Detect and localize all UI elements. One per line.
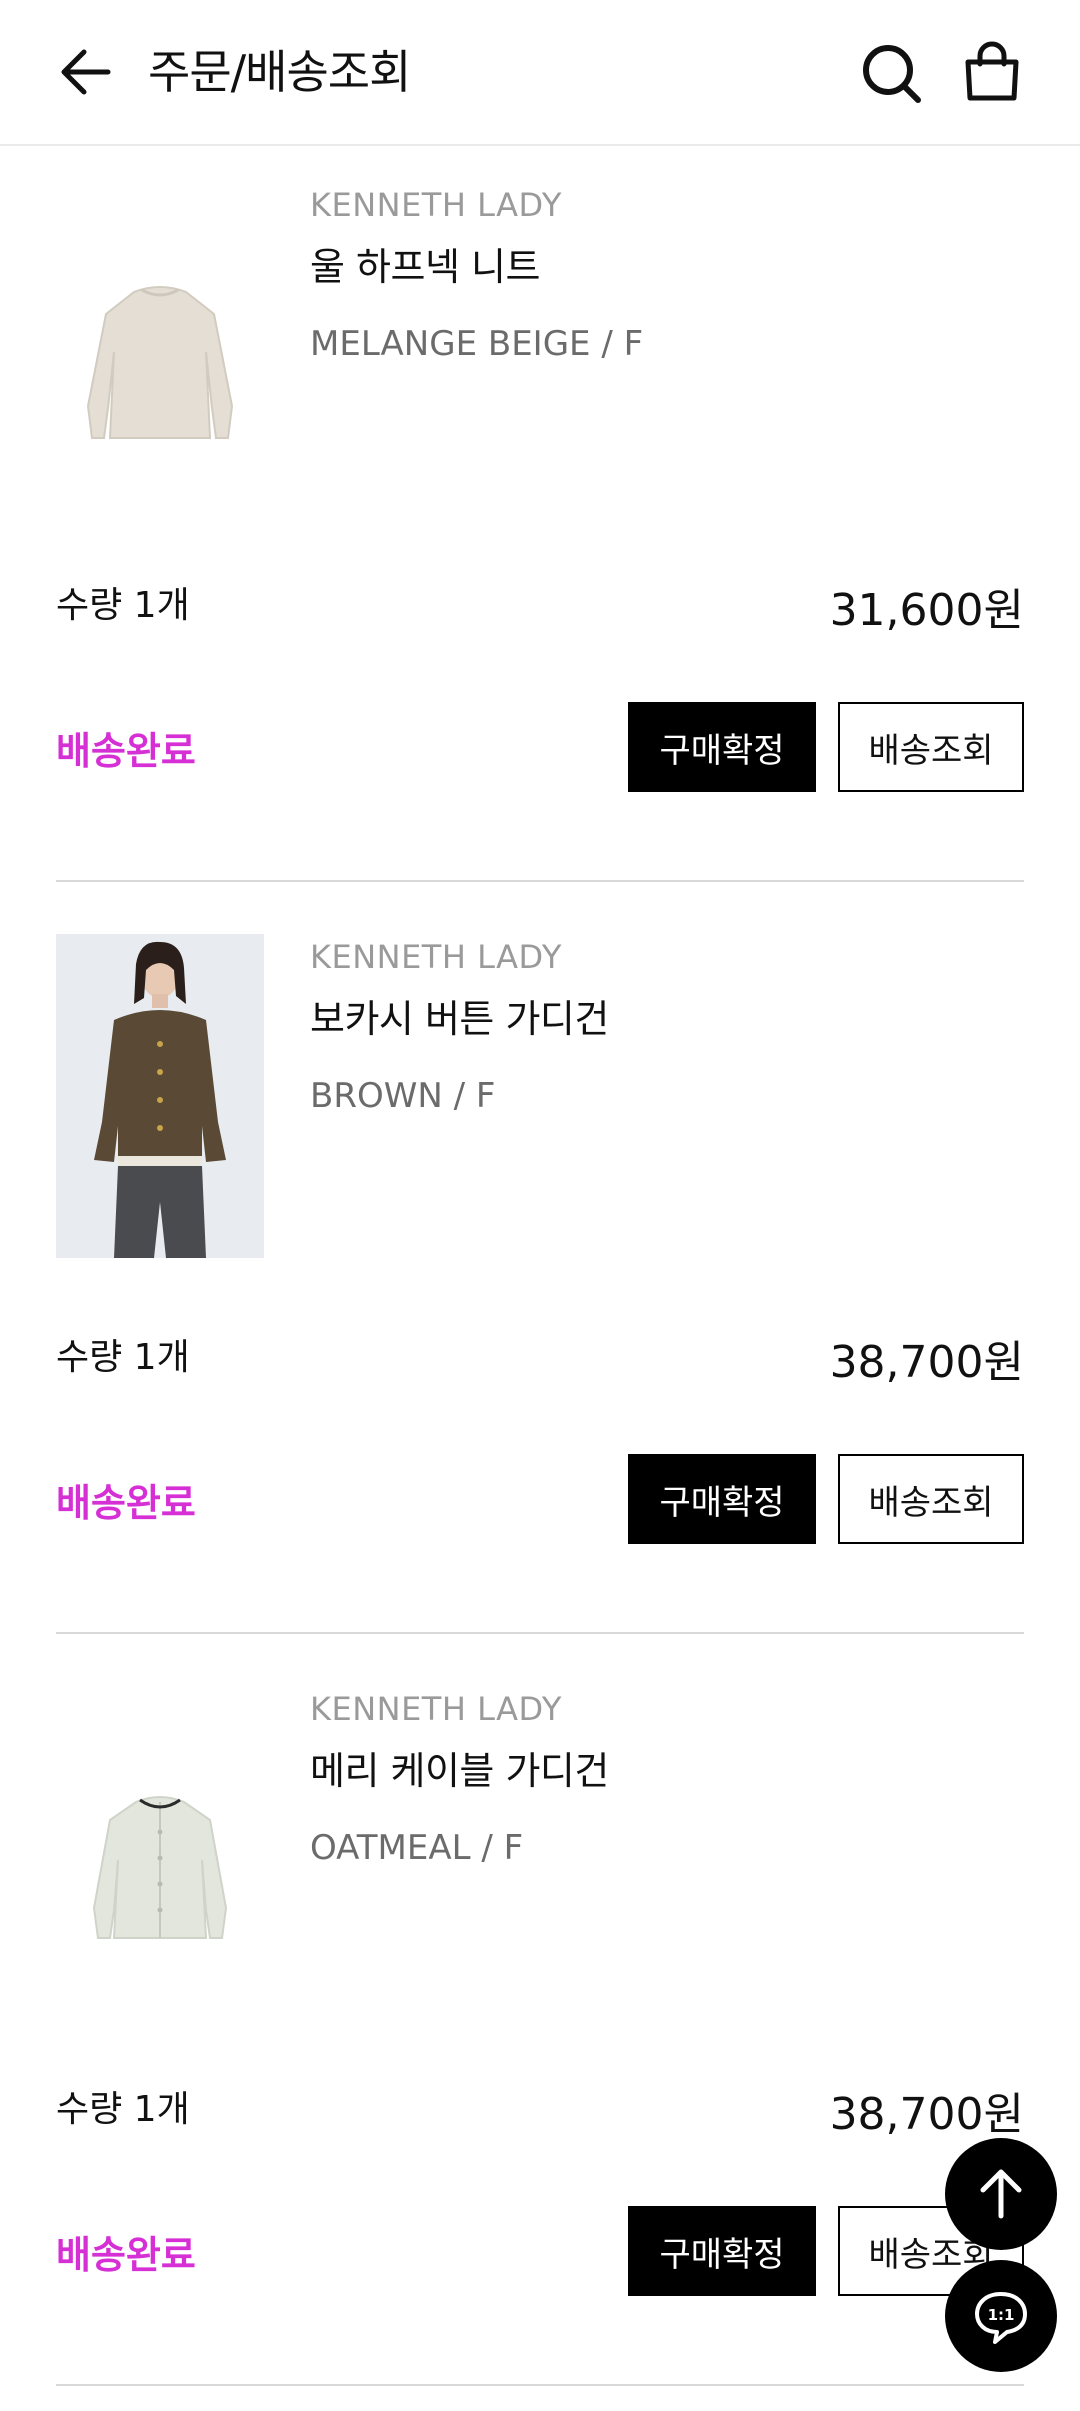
product-name[interactable]: 보카시 버튼 가디건: [310, 988, 609, 1043]
chat-label: 1:1: [988, 2306, 1015, 2324]
price-text: 31,600원: [829, 585, 1024, 636]
quantity-text: 수량 1개: [56, 2089, 190, 2130]
order-delivery-page: 주문/배송조회 KENNETH LADY 울 하프넥 니트 MELANGE BE…: [0, 0, 1080, 2411]
product-thumbnail[interactable]: [56, 182, 264, 506]
cart-button[interactable]: [956, 36, 1028, 108]
app-header: 주문/배송조회: [0, 0, 1080, 146]
product-option: BROWN / F: [310, 1076, 496, 1116]
search-button[interactable]: [856, 38, 928, 110]
order-item: KENNETH LADY 메리 케이블 가디건 OATMEAL / F 수량 1…: [56, 1650, 1024, 2402]
delivery-status: 배송완료: [56, 2233, 196, 2277]
page-title: 주문/배송조회: [148, 45, 411, 99]
confirm-purchase-button[interactable]: 구매확정: [628, 2206, 816, 2296]
product-option: MELANGE BEIGE / F: [310, 324, 644, 364]
product-thumbnail[interactable]: [56, 1686, 264, 2010]
product-option: OATMEAL / F: [310, 1828, 524, 1868]
delivery-status: 배송완료: [56, 729, 196, 773]
price-text: 38,700원: [829, 2089, 1024, 2140]
product-image-cardigan: [92, 1796, 228, 1939]
chat-bubble-icon: 1:1: [975, 2292, 1027, 2344]
confirm-purchase-button[interactable]: 구매확정: [628, 1454, 816, 1544]
confirm-purchase-button[interactable]: 구매확정: [628, 702, 816, 792]
brand-name: KENNETH LADY: [310, 1690, 562, 1728]
item-divider: [56, 2384, 1024, 2386]
quantity-text: 수량 1개: [56, 585, 190, 626]
product-image-model: [56, 934, 264, 1258]
product-thumbnail[interactable]: [56, 934, 264, 1258]
brand-name: KENNETH LADY: [310, 938, 562, 976]
product-image-knit: [86, 286, 234, 439]
track-delivery-button[interactable]: 배송조회: [838, 1454, 1024, 1544]
order-item: KENNETH LADY 보카시 버튼 가디건 BROWN / F 수량 1개 …: [56, 898, 1024, 1650]
scroll-to-top-button[interactable]: [945, 2138, 1057, 2250]
chat-button[interactable]: 1:1: [945, 2260, 1057, 2372]
item-divider: [56, 880, 1024, 882]
quantity-text: 수량 1개: [56, 1337, 190, 1378]
arrow-up-icon: [980, 2169, 1022, 2219]
product-name[interactable]: 울 하프넥 니트: [310, 236, 540, 291]
brand-name: KENNETH LADY: [310, 186, 562, 224]
product-name[interactable]: 메리 케이블 가디건: [310, 1740, 609, 1795]
item-divider: [56, 1632, 1024, 1634]
price-text: 38,700원: [829, 1337, 1024, 1388]
back-button[interactable]: [52, 38, 120, 106]
delivery-status: 배송완료: [56, 1481, 196, 1525]
order-item: KENNETH LADY 울 하프넥 니트 MELANGE BEIGE / F …: [56, 146, 1024, 898]
track-delivery-button[interactable]: 배송조회: [838, 702, 1024, 792]
search-icon: [863, 45, 921, 103]
arrow-left-icon: [61, 49, 111, 95]
shopping-bag-icon: [965, 41, 1019, 101]
